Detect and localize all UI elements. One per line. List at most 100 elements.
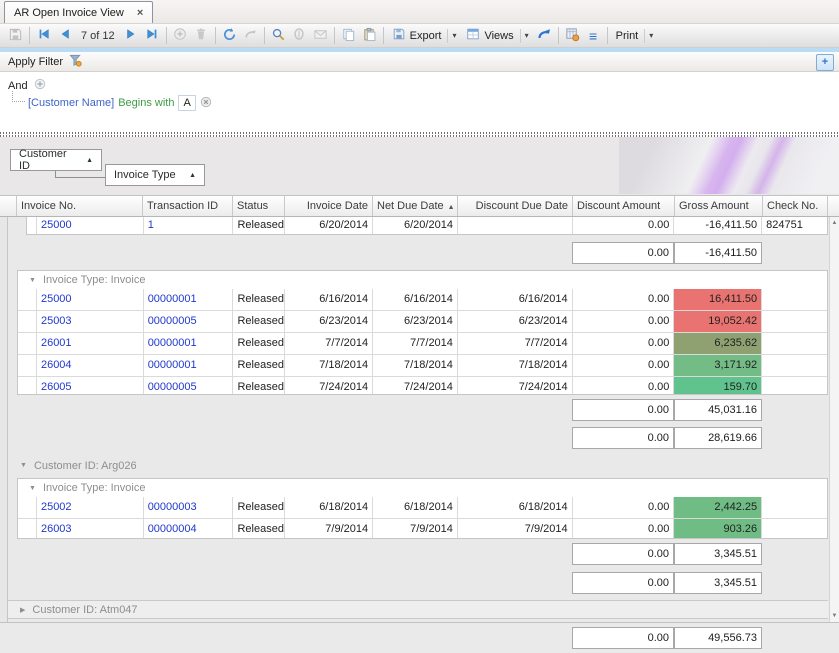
column-header-status[interactable]: Status xyxy=(233,196,285,216)
cell-invoice-no[interactable]: 25003 xyxy=(37,311,144,332)
next-record-button[interactable] xyxy=(121,26,142,46)
copy-button[interactable] xyxy=(338,26,359,46)
cell-invoice-date: 6/16/2014 xyxy=(285,289,373,310)
cell-check-no xyxy=(762,497,827,518)
preview-button[interactable] xyxy=(268,26,289,46)
cell-transaction-id[interactable]: 00000005 xyxy=(144,311,234,332)
column-header-invoice-no[interactable]: Invoice No. xyxy=(17,196,143,216)
apply-filter-button[interactable]: Apply Filter xyxy=(8,56,63,68)
group-button-customer-id[interactable]: Customer ID ▲ xyxy=(10,149,102,171)
print-button[interactable]: Print ▾ xyxy=(611,26,659,46)
cell-invoice-no[interactable]: 26005 xyxy=(37,377,144,395)
group-header-invoice-type[interactable]: ▼ Invoice Type: Invoice xyxy=(18,479,827,497)
views-dropdown-arrow[interactable]: ▾ xyxy=(520,29,529,43)
cell-gross-amount: 19,052.42 xyxy=(674,311,762,332)
group-header-customer-arg026[interactable]: ▼ Customer ID: Arg026 xyxy=(8,457,828,474)
table-row[interactable]: 26003 00000004 Released 7/9/2014 7/9/201… xyxy=(18,519,827,539)
cell-invoice-no[interactable]: 26004 xyxy=(37,355,144,376)
column-header-discount-amount[interactable]: Discount Amount xyxy=(573,196,675,216)
column-header-invoice-date[interactable]: Invoice Date xyxy=(285,196,373,216)
cell-invoice-no[interactable]: 25000 xyxy=(37,217,144,234)
next-record-icon xyxy=(124,27,138,44)
group-by-panel: Customer ID ▲ Invoice Type ▲ xyxy=(0,137,839,195)
summary-gross-amount: 3,345.51 xyxy=(674,572,762,594)
filter-operator[interactable]: And xyxy=(8,80,28,92)
attachments-button[interactable] xyxy=(289,26,310,46)
cell-transaction-id[interactable]: 00000001 xyxy=(144,289,234,310)
cell-invoice-no[interactable]: 26003 xyxy=(37,519,144,539)
cell-check-no xyxy=(762,311,827,332)
table-row[interactable]: 25000 1 Released 6/20/2014 6/20/2014 0.0… xyxy=(27,217,827,235)
previous-record-button[interactable] xyxy=(54,26,75,46)
group-header-customer-atm047[interactable]: ▶ Customer ID: Atm047 xyxy=(8,600,828,619)
row-indent-cell xyxy=(18,355,37,376)
column-header-transaction-id[interactable]: Transaction ID xyxy=(143,196,233,216)
export-button[interactable]: Export ▾ xyxy=(387,26,462,46)
first-record-button[interactable] xyxy=(33,26,54,46)
menu-button[interactable]: ≡ xyxy=(583,26,604,46)
cell-transaction-id[interactable]: 00000005 xyxy=(144,377,234,395)
cell-transaction-id[interactable]: 00000004 xyxy=(144,519,234,539)
scroll-up-icon[interactable]: ▲ xyxy=(830,218,839,228)
group-header-invoice-type[interactable]: ▼ Invoice Type: Invoice xyxy=(18,271,827,289)
remove-condition-icon[interactable] xyxy=(200,96,212,111)
cell-invoice-no[interactable]: 26001 xyxy=(37,333,144,354)
field-chooser-icon xyxy=(565,27,580,45)
refresh-button[interactable] xyxy=(219,26,240,46)
tab-close-icon[interactable]: × xyxy=(137,7,143,19)
undo-button[interactable] xyxy=(534,26,555,46)
condition-field[interactable]: [Customer Name] xyxy=(28,97,114,109)
condition-comparison[interactable]: Begins with xyxy=(118,97,174,109)
tab-ar-open-invoice-view[interactable]: AR Open Invoice View × xyxy=(4,1,153,23)
toolbar-separator xyxy=(29,27,30,44)
group-button-invoice-type[interactable]: Invoice Type ▲ xyxy=(105,164,205,186)
column-header-check-no[interactable]: Check No. xyxy=(763,196,828,216)
cell-transaction-id[interactable]: 00000001 xyxy=(144,355,234,376)
summary-discount-amount: 0.00 xyxy=(572,427,674,449)
group-summary-band: 0.00 3,345.51 xyxy=(17,541,828,567)
last-record-button[interactable] xyxy=(142,26,163,46)
cell-transaction-id[interactable]: 1 xyxy=(144,217,234,234)
paste-button[interactable] xyxy=(359,26,380,46)
toolbar-separator xyxy=(334,27,335,44)
cell-net-due-date: 7/7/2014 xyxy=(373,333,458,354)
table-row[interactable]: 26004 00000001 Released 7/18/2014 7/18/2… xyxy=(18,355,827,377)
mail-button[interactable] xyxy=(310,26,331,46)
group-button-label: Customer ID xyxy=(19,148,78,172)
undo-small-button[interactable] xyxy=(240,26,261,46)
cell-discount-amount: 0.00 xyxy=(573,355,675,376)
table-row[interactable]: 26001 00000001 Released 7/7/2014 7/7/201… xyxy=(18,333,827,355)
add-record-button[interactable] xyxy=(170,26,191,46)
vertical-scrollbar[interactable]: ▲ ▼ xyxy=(829,217,839,622)
sort-asc-icon: ▲ xyxy=(86,157,93,164)
field-chooser-button[interactable] xyxy=(562,26,583,46)
delete-record-button[interactable] xyxy=(191,26,212,46)
cell-invoice-no[interactable]: 25002 xyxy=(37,497,144,518)
filter-panel: And [Customer Name] Begins with A xyxy=(0,72,839,131)
cell-transaction-id[interactable]: 00000001 xyxy=(144,333,234,354)
cell-invoice-date: 7/18/2014 xyxy=(285,355,373,376)
table-row[interactable]: 25003 00000005 Released 6/23/2014 6/23/2… xyxy=(18,311,827,333)
table-row[interactable]: 25002 00000003 Released 6/18/2014 6/18/2… xyxy=(18,497,827,519)
filter-expand-button[interactable]: + xyxy=(816,54,834,71)
export-dropdown-arrow[interactable]: ▾ xyxy=(447,29,456,43)
cell-gross-amount: 16,411.50 xyxy=(674,289,762,310)
group-summary-band: 0.00 45,031.16 xyxy=(17,397,828,423)
tab-strip: AR Open Invoice View × xyxy=(0,0,839,24)
header-corner xyxy=(0,196,17,216)
print-dropdown-arrow[interactable]: ▾ xyxy=(644,29,653,43)
row-indent-cell xyxy=(18,289,37,310)
table-row[interactable]: 26005 00000005 Released 7/24/2014 7/24/2… xyxy=(18,377,827,395)
column-header-net-due-date[interactable]: Net Due Date▲ xyxy=(373,196,458,216)
cell-invoice-no[interactable]: 25000 xyxy=(37,289,144,310)
column-header-gross-amount[interactable]: Gross Amount xyxy=(675,196,763,216)
table-row[interactable]: 25000 00000001 Released 6/16/2014 6/16/2… xyxy=(18,289,827,311)
cell-transaction-id[interactable]: 00000003 xyxy=(144,497,234,518)
views-button[interactable]: Views ▾ xyxy=(461,26,533,46)
save-button[interactable] xyxy=(5,26,26,46)
column-header-discount-due-date[interactable]: Discount Due Date xyxy=(458,196,573,216)
condition-value[interactable]: A xyxy=(178,95,195,111)
add-condition-icon[interactable] xyxy=(34,78,46,93)
cell-check-no xyxy=(762,377,827,395)
scroll-down-icon[interactable]: ▼ xyxy=(830,611,839,621)
